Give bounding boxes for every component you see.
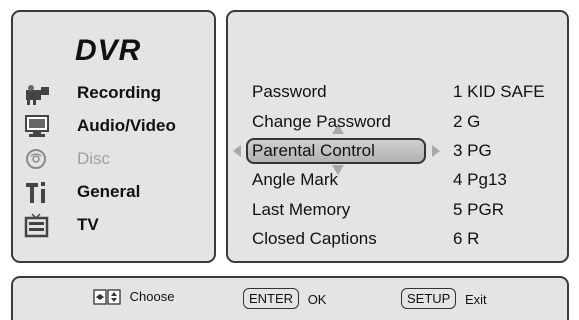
settings-row-angle-mark[interactable]: Angle Mark 4 Pg13 [228, 168, 571, 196]
enter-key: ENTER [243, 288, 300, 309]
setup-key: SETUP [401, 288, 457, 309]
settings-row-change-password[interactable]: Change Password 2 G [228, 110, 571, 138]
settings-panel: Password 1 KID SAFE Change Password 2 G … [226, 10, 569, 263]
setting-value: 2 G [453, 112, 481, 131]
sidebar-item-label: Recording [77, 83, 162, 102]
arrow-keys-icon [93, 288, 121, 305]
exit-label: Exit [464, 292, 487, 308]
settings-row-last-memory[interactable]: Last Memory 5 PGR [228, 198, 571, 226]
choose-label: Choose [129, 289, 175, 305]
disc-icon [23, 146, 51, 174]
exit-hint: SETUP Exit [401, 288, 487, 312]
settings-row-parental-control[interactable]: Parental Control 3 PG [228, 139, 571, 167]
menu-title: DVR [75, 34, 142, 67]
sidebar-item-label: Audio/Video [77, 116, 176, 135]
setting-name: Change Password [252, 112, 391, 131]
sidebar-item-audio-video[interactable]: Audio/Video [23, 113, 213, 141]
setting-name: Password [252, 82, 327, 101]
sidebar-panel: DVR Recording Audio/Video Disc General T… [11, 10, 216, 263]
setting-value: 4 Pg13 [453, 170, 507, 189]
setting-value: 6 R [453, 229, 480, 248]
setting-name: Last Memory [252, 200, 351, 219]
monitor-icon [23, 113, 51, 141]
sidebar-item-general[interactable]: General [23, 179, 213, 207]
tv-icon [23, 212, 51, 240]
setting-name: Closed Captions [252, 229, 377, 248]
sidebar-item-label: Disc [77, 149, 111, 168]
setting-name: Angle Mark [252, 170, 338, 189]
sidebar-item-disc[interactable]: Disc [23, 146, 213, 174]
choose-hint: Choose [93, 288, 174, 312]
settings-row-closed-captions[interactable]: Closed Captions 6 R [228, 227, 571, 255]
settings-row-password[interactable]: Password 1 KID SAFE [228, 80, 571, 108]
sidebar-item-tv[interactable]: TV [23, 212, 213, 240]
sidebar-item-recording[interactable]: Recording [23, 80, 213, 108]
hint-bar: Choose ENTER OK SETUP Exit [11, 276, 569, 320]
recording-camera-icon [23, 80, 51, 108]
sidebar-item-label: General [77, 182, 141, 201]
setting-value: 5 PGR [453, 200, 505, 219]
ok-label: OK [307, 292, 327, 308]
setting-value: 3 PG [453, 141, 492, 160]
tools-icon [23, 179, 51, 207]
setting-name: Parental Control [252, 141, 375, 160]
setting-value: 1 KID SAFE [453, 82, 545, 101]
ok-hint: ENTER OK [243, 288, 326, 312]
sidebar-item-label: TV [77, 215, 99, 234]
